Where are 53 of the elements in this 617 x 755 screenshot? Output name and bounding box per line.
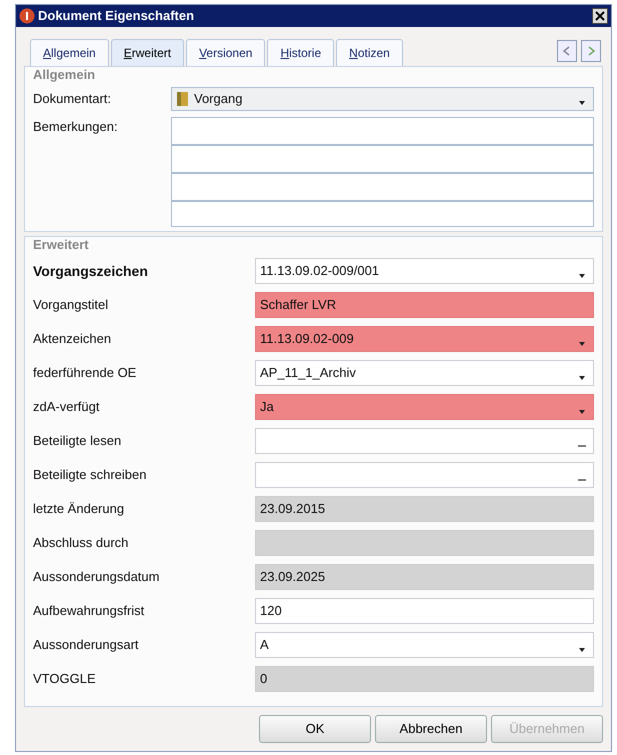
field-value: 0 — [260, 670, 268, 688]
close-button[interactable] — [592, 8, 608, 24]
field-value: 11.13.09.02-009 — [260, 330, 354, 348]
window-title: Dokument Eigenschaften — [38, 7, 194, 26]
app-icon — [19, 8, 35, 24]
field-value: 11.13.09.02-009/001 — [260, 262, 380, 280]
field-label: Bemerkungen: — [33, 118, 118, 134]
field-label: Vorgangszeichen — [33, 262, 148, 278]
tab[interactable]: Erweitert — [110, 39, 184, 66]
text-field[interactable]: Schaffer LVR — [255, 292, 594, 318]
field-label: Vorgangstitel — [33, 297, 108, 312]
field-value: 120 — [260, 602, 282, 620]
lookup-field[interactable] — [255, 462, 594, 488]
dialog-button: Übernehmen — [491, 715, 603, 743]
field-label: Aussonderungsdatum — [33, 569, 160, 584]
tab[interactable]: Versionen — [186, 39, 266, 66]
field-value: 23.09.2025 — [260, 568, 326, 586]
group-title: Erweitert — [33, 236, 90, 254]
field-label: Beteiligte schreiben — [33, 467, 146, 482]
lookup-field[interactable] — [255, 428, 594, 454]
field-label: Abschluss durch — [33, 535, 128, 550]
field-value: AP_11_1_Archiv — [260, 364, 356, 382]
tab[interactable]: Historie — [267, 39, 334, 66]
field-label: Aktenzeichen — [33, 331, 112, 346]
previous-button[interactable] — [557, 40, 577, 62]
dialog-button[interactable]: Abbrechen — [375, 715, 487, 743]
field-value: 23.09.2015 — [260, 500, 326, 518]
field-value: Ja — [260, 398, 274, 416]
field-value: Schaffer LVR — [260, 296, 336, 314]
tab[interactable]: Allgemein — [30, 39, 109, 66]
field-label: Beteiligte lesen — [33, 433, 122, 448]
left-chevron-icon[interactable] — [562, 46, 572, 56]
dropdown-field[interactable]: 11.13.09.02-009 — [255, 326, 594, 352]
field-label: Dokumentart: — [33, 90, 112, 106]
tab[interactable]: Notizen — [336, 39, 403, 66]
field-value: A — [260, 636, 269, 654]
text-field[interactable]: 120 — [255, 598, 594, 624]
folder-icon — [176, 90, 190, 106]
field-value: Vorgang — [194, 90, 242, 108]
dropdown-field[interactable]: 11.13.09.02-009/001 — [255, 258, 594, 284]
field-label: VTOGGLE — [33, 671, 96, 686]
group-title: Allgemein — [33, 66, 96, 84]
field-label: letzte Änderung — [33, 501, 124, 516]
dropdown-field[interactable]: AP_11_1_Archiv — [255, 360, 594, 386]
field-label: Aussonderungsart — [33, 637, 139, 652]
field-label: zdA-verfügt — [33, 399, 100, 414]
dropdown-field[interactable]: Ja — [255, 394, 594, 420]
dialog-button[interactable]: OK — [259, 715, 371, 743]
field-label: federführende OE — [33, 365, 136, 380]
dropdown-field[interactable]: Vorgang — [171, 86, 594, 110]
field-label: Aufbewahrungsfrist — [33, 603, 144, 618]
next-button[interactable] — [581, 40, 601, 62]
dropdown-field[interactable]: A — [255, 632, 594, 658]
